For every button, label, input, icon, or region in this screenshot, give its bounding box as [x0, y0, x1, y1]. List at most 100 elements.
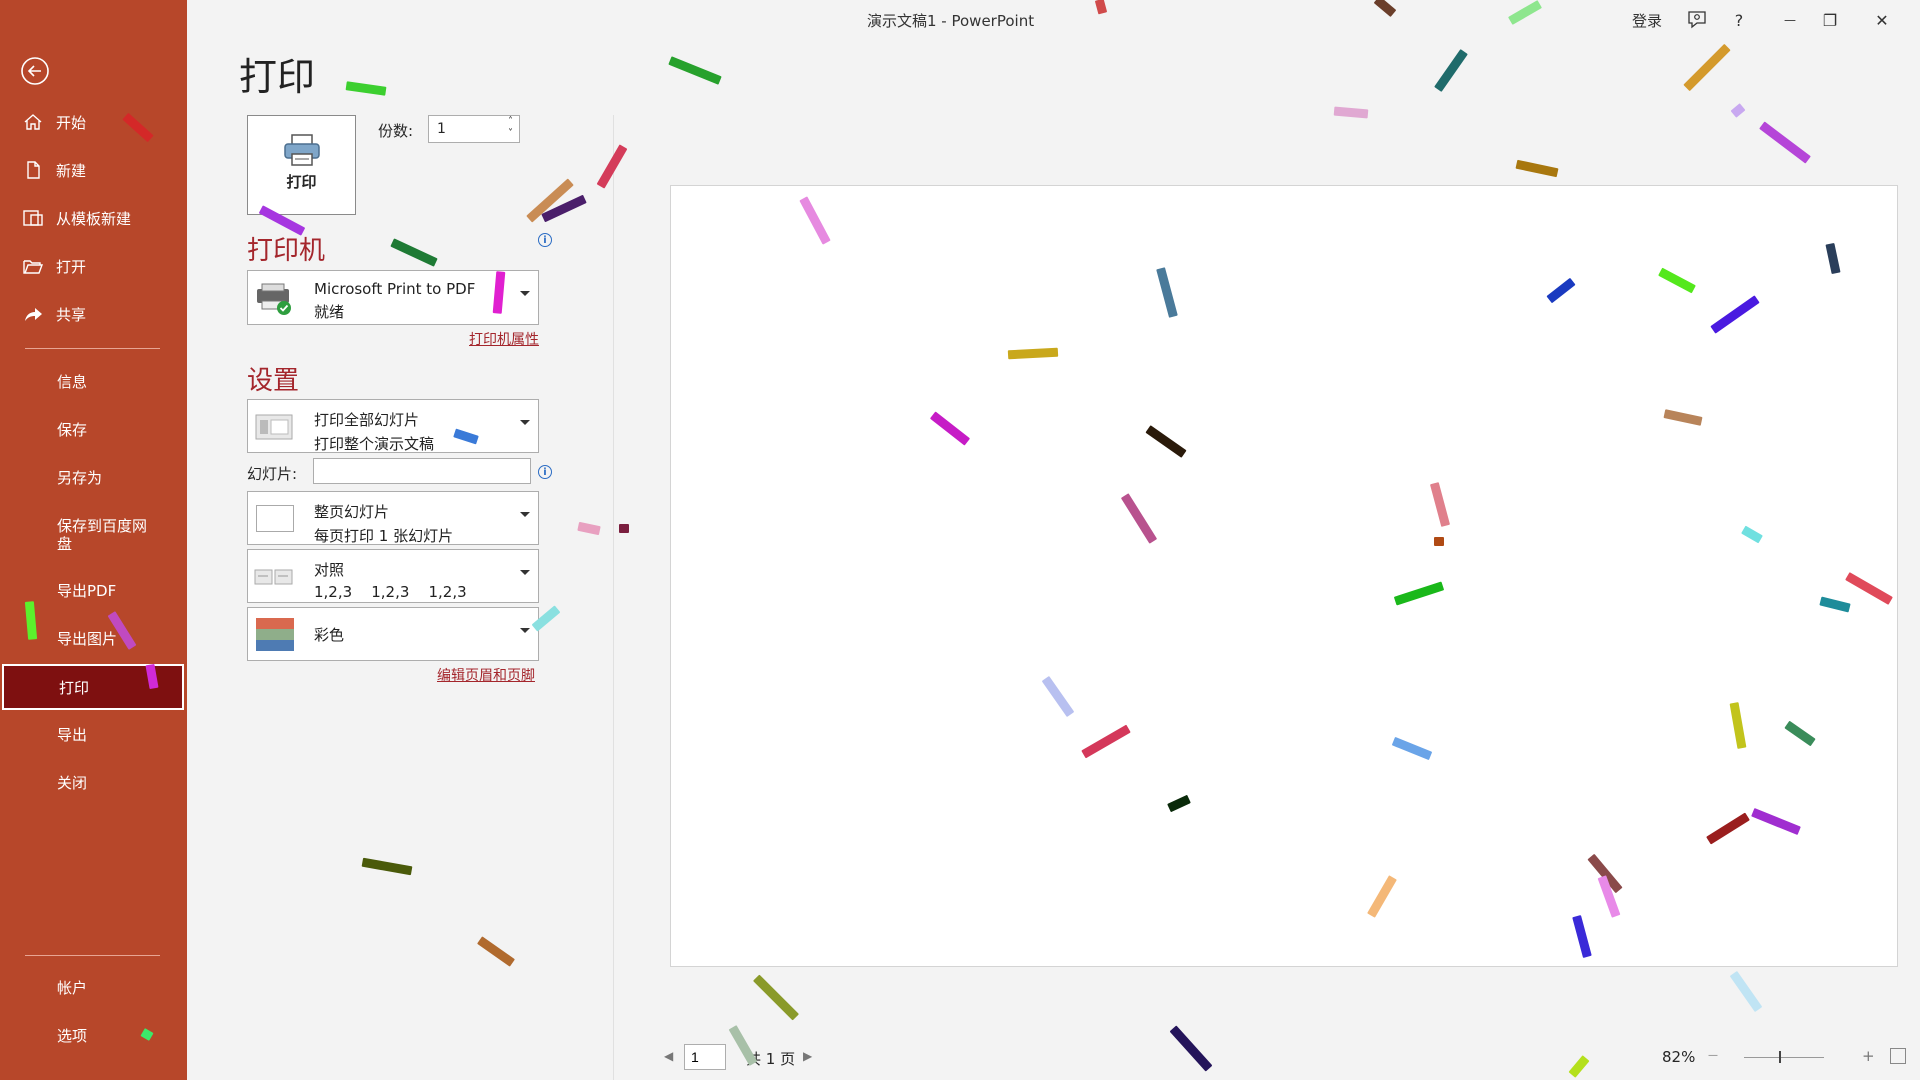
window-title: 演示文稿1 - PowerPoint: [867, 12, 1035, 30]
sidebar-divider: [25, 348, 160, 349]
zoom-level: 82%: [1662, 1048, 1696, 1066]
printer-icon: [284, 134, 320, 166]
backstage-sidebar: 开始 新建 从模板新建 打开 共享 信息 保存 另存为 保存到百度网盘 导出PD…: [0, 0, 187, 1080]
chevron-down-icon: [520, 570, 530, 575]
nav-save-as[interactable]: 另存为: [0, 457, 187, 497]
nav-label: 保存: [57, 420, 88, 439]
printer-info-icon[interactable]: i: [538, 233, 552, 247]
chevron-down-icon: [520, 291, 530, 296]
color-dropdown[interactable]: 彩色: [247, 607, 539, 661]
nav-label: 开始: [56, 113, 87, 132]
nav-label: 从模板新建: [56, 209, 132, 228]
zoom-slider[interactable]: [1744, 1057, 1824, 1058]
spin-down-icon[interactable]: ˅: [508, 128, 513, 139]
edit-header-footer-link[interactable]: 编辑页眉和页脚: [437, 665, 535, 685]
nav-new-from-template[interactable]: 从模板新建: [0, 198, 187, 238]
nav-label: 导出: [57, 725, 88, 744]
layout-dropdown[interactable]: 整页幻灯片 每页打印 1 张幻灯片: [247, 491, 539, 545]
nav-label: 另存为: [57, 468, 103, 487]
home-icon: [22, 111, 44, 133]
full-page-slide-icon: [256, 505, 294, 532]
print-button[interactable]: 打印: [247, 115, 356, 215]
nav-save[interactable]: 保存: [0, 409, 187, 449]
prev-page-icon[interactable]: ◀: [664, 1049, 673, 1063]
nav-save-to-baidu[interactable]: 保存到百度网盘: [0, 511, 187, 559]
spin-up-icon[interactable]: ˄: [508, 116, 513, 127]
settings-heading: 设置: [247, 366, 300, 396]
open-folder-icon: [22, 255, 44, 277]
collate-dropdown[interactable]: 对照 1,2,3 1,2,3 1,2,3: [247, 549, 539, 603]
slides-range-icon: [255, 414, 293, 440]
nav-home[interactable]: 开始: [0, 102, 187, 142]
minimize-button[interactable]: —: [1775, 6, 1805, 34]
print-range-main: 打印全部幻灯片: [314, 411, 420, 429]
print-button-label: 打印: [286, 173, 317, 191]
printer-status: 就绪: [314, 303, 345, 321]
next-page-icon[interactable]: ▶: [803, 1049, 812, 1063]
restore-button[interactable]: ❐: [1815, 6, 1845, 34]
copies-spinner[interactable]: 1 ˄ ˅: [428, 115, 520, 143]
nav-label: 共享: [56, 305, 87, 324]
nav-label: 关闭: [57, 773, 88, 792]
nav-options[interactable]: 选项: [0, 1015, 187, 1055]
slides-input[interactable]: [313, 458, 531, 484]
chevron-down-icon: [520, 628, 530, 633]
printer-name: Microsoft Print to PDF: [314, 280, 476, 298]
nav-close[interactable]: 关闭: [0, 762, 187, 802]
zoom-out-button[interactable]: —: [1708, 1050, 1718, 1061]
color-swatch-icon: [256, 618, 294, 651]
copies-value: 1: [437, 121, 446, 137]
printer-ready-icon: [257, 283, 291, 315]
layout-sub: 每页打印 1 张幻灯片: [314, 527, 454, 545]
page-number-input[interactable]: [684, 1044, 726, 1070]
back-arrow-icon: [21, 57, 49, 85]
nav-share[interactable]: 共享: [0, 294, 187, 334]
confetti-piece: [1434, 537, 1444, 546]
nav-label: 保存到百度网盘: [57, 517, 148, 553]
nav-export[interactable]: 导出: [0, 714, 187, 754]
layout-main: 整页幻灯片: [314, 503, 390, 521]
nav-label: 打开: [56, 257, 87, 276]
printer-heading: 打印机: [247, 236, 326, 266]
nav-account[interactable]: 帐户: [0, 967, 187, 1007]
help-button[interactable]: ?: [1724, 6, 1754, 34]
confetti-piece: [619, 524, 629, 533]
copies-label: 份数:: [378, 122, 414, 140]
zoom-in-button[interactable]: +: [1862, 1047, 1875, 1065]
nav-label: 打印: [59, 678, 90, 697]
collate-main: 对照: [314, 561, 345, 579]
page-title: 打印: [239, 55, 316, 99]
sidebar-divider: [25, 955, 160, 956]
chevron-down-icon: [520, 420, 530, 425]
nav-label: 信息: [57, 372, 88, 391]
color-mode: 彩色: [314, 626, 345, 644]
zoom-slider-thumb[interactable]: [1779, 1051, 1781, 1063]
print-range-dropdown[interactable]: 打印全部幻灯片 打印整个演示文稿: [247, 399, 539, 453]
close-button[interactable]: ✕: [1867, 6, 1897, 34]
collate-sub: 1,2,3 1,2,3 1,2,3: [314, 583, 467, 601]
comments-button[interactable]: [1682, 6, 1712, 34]
new-doc-icon: [22, 159, 44, 181]
nav-label: 导出PDF: [57, 581, 117, 600]
slides-info-icon[interactable]: i: [538, 465, 552, 479]
printer-properties-link[interactable]: 打印机属性: [469, 329, 539, 349]
nav-open[interactable]: 打开: [0, 246, 187, 286]
template-icon: [22, 207, 44, 229]
nav-new[interactable]: 新建: [0, 150, 187, 190]
slides-label: 幻灯片:: [247, 465, 298, 483]
back-button[interactable]: [20, 56, 50, 86]
print-range-sub: 打印整个演示文稿: [314, 435, 435, 453]
feedback-icon: [1688, 11, 1706, 29]
share-icon: [22, 303, 44, 325]
nav-label: 新建: [56, 161, 87, 180]
nav-label: 导出图片: [57, 629, 118, 648]
nav-label: 选项: [57, 1026, 88, 1045]
fit-to-window-icon[interactable]: [1890, 1048, 1906, 1064]
nav-info[interactable]: 信息: [0, 361, 187, 401]
chevron-down-icon: [520, 512, 530, 517]
nav-label: 帐户: [57, 978, 88, 997]
title-bar: 演示文稿1 - PowerPoint 登录 ? — ❐ ✕: [187, 0, 1920, 40]
slide-preview: [670, 185, 1898, 967]
signin-link[interactable]: 登录: [1632, 10, 1662, 31]
collate-icon: [254, 569, 293, 585]
